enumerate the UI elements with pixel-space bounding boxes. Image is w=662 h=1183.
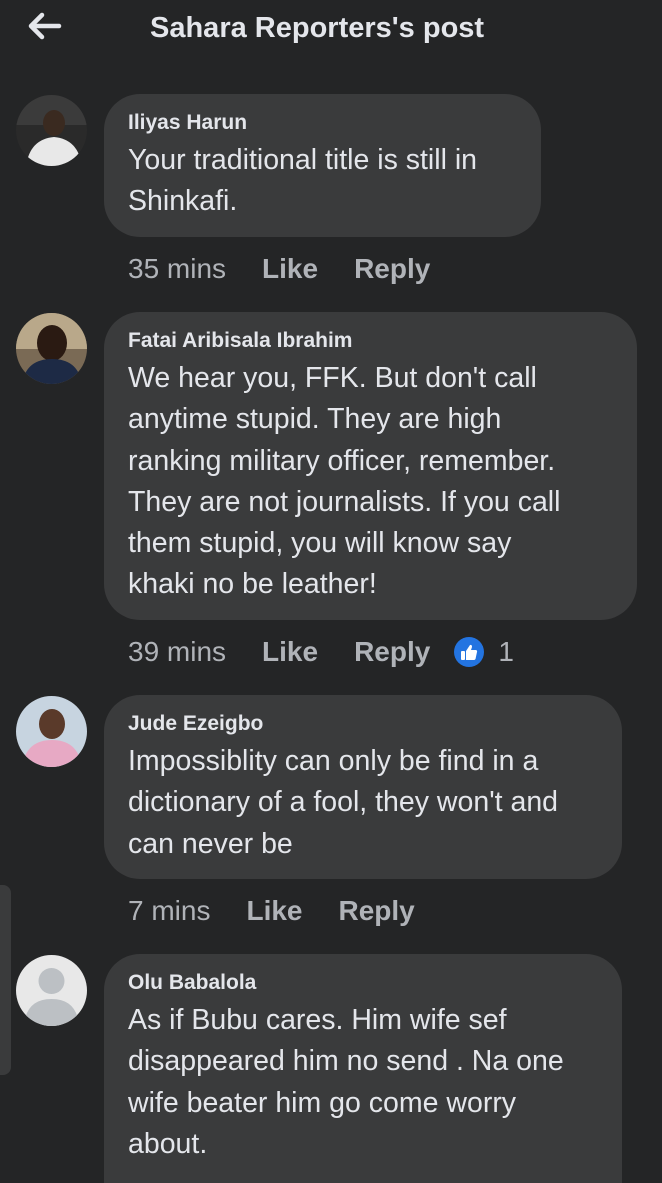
comments-screen: Sahara Reporters's post Iliyas Harun You…	[0, 0, 662, 1183]
comment-text: We hear you, FFK. But don't call anytime…	[128, 362, 561, 601]
comment-text: Impossiblity can only be find in a dicti…	[128, 745, 559, 860]
comment-text: Your traditional title is still in Shink…	[128, 144, 478, 218]
comment-bubble: Jude Ezeigbo Impossiblity can only be fi…	[104, 695, 622, 879]
comment-author[interactable]: Iliyas Harun	[128, 110, 517, 136]
comment-time: 35 mins	[128, 253, 227, 284]
comment-time: 39 mins	[128, 636, 227, 667]
comment-author[interactable]: Fatai Aribisala Ibrahim	[128, 328, 613, 354]
page-title: Sahara Reporters's post	[150, 12, 485, 44]
like-button[interactable]: Like	[262, 636, 318, 668]
thumbs-up-icon	[454, 637, 485, 667]
comment-text: As if Bubu cares. Him wife sef disappear…	[128, 1004, 564, 1160]
comment-author[interactable]: Jude Ezeigbo	[128, 711, 598, 737]
comment-actions: 39 mins Like Reply 1	[128, 632, 514, 672]
comment-time: 7 mins	[128, 895, 211, 926]
like-button[interactable]: Like	[262, 253, 318, 285]
reaction-count: 1	[498, 636, 514, 667]
comment-bubble: Iliyas Harun Your traditional title is s…	[104, 94, 541, 237]
reply-button[interactable]: Reply	[354, 253, 430, 285]
scroll-handle[interactable]	[0, 885, 11, 1075]
comment-actions: 35 mins Like Reply	[128, 249, 466, 289]
avatar[interactable]	[16, 95, 87, 166]
avatar[interactable]	[16, 313, 87, 384]
comment-actions: 7 mins Like Reply	[128, 891, 451, 931]
comment-author[interactable]: Olu Babalola	[128, 970, 598, 996]
reply-button[interactable]: Reply	[354, 636, 430, 668]
arrow-left-icon	[28, 12, 62, 40]
comment-bubble: Fatai Aribisala Ibrahim We hear you, FFK…	[104, 312, 637, 620]
back-button[interactable]	[22, 8, 66, 44]
header-bar: Sahara Reporters's post	[0, 0, 662, 62]
reply-button[interactable]: Reply	[339, 895, 415, 927]
reaction-summary[interactable]: 1	[454, 636, 514, 668]
avatar[interactable]	[16, 696, 87, 767]
like-button[interactable]: Like	[246, 895, 302, 927]
avatar[interactable]	[16, 955, 87, 1026]
comment-bubble: Olu Babalola As if Bubu cares. Him wife …	[104, 954, 622, 1183]
